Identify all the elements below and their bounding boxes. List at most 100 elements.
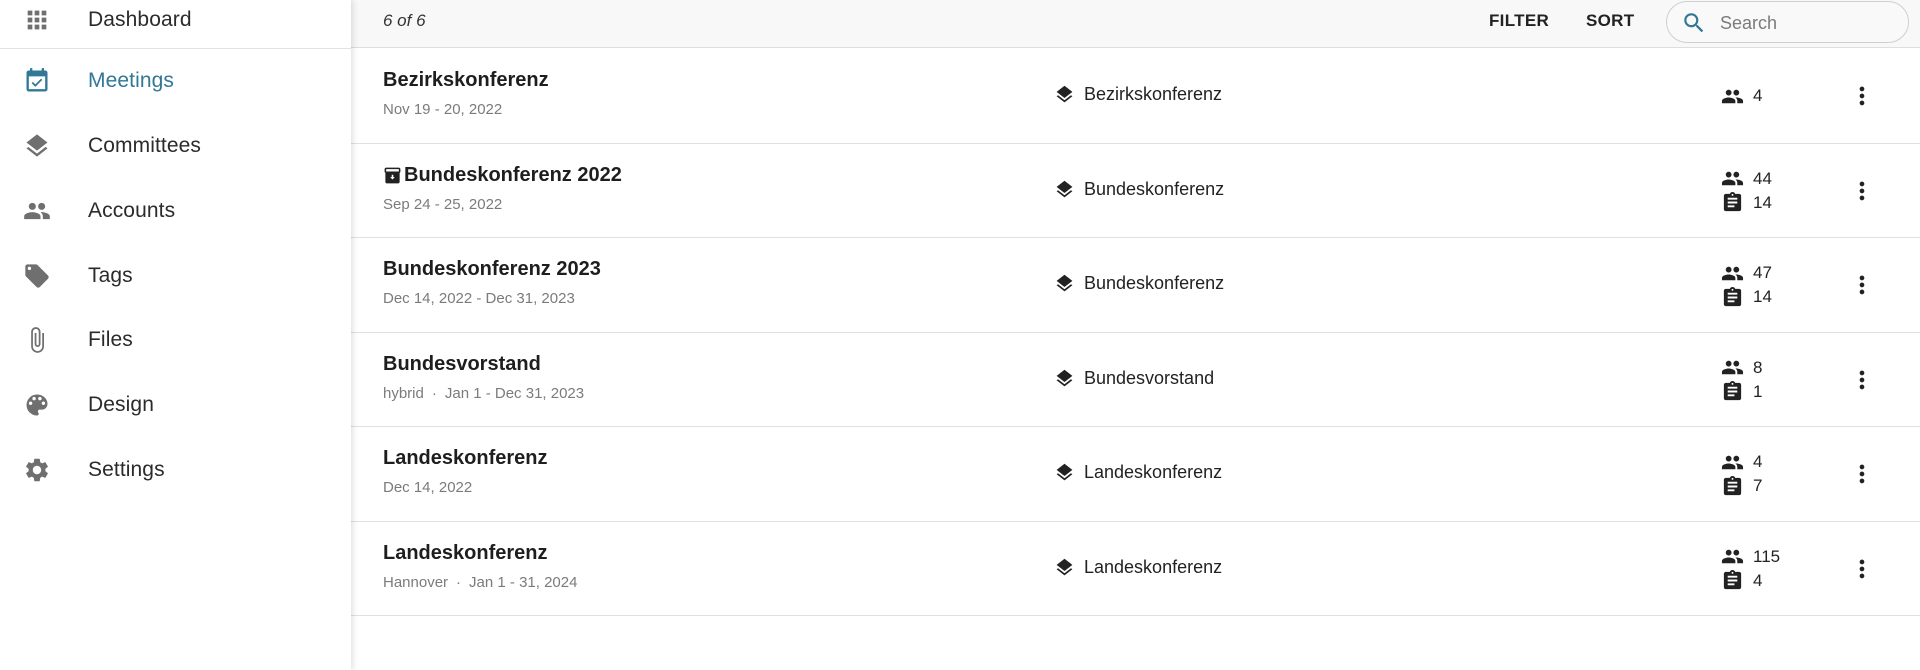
separator-dot: · bbox=[431, 384, 437, 402]
meeting-committee[interactable]: Landeskonferenz bbox=[1054, 462, 1222, 483]
meeting-row[interactable]: Bundesvorstand hybrid · Jan 1 - Dec 31, 20… bbox=[351, 333, 1920, 427]
result-count: 6 of 6 bbox=[383, 11, 426, 30]
separator-dot: · bbox=[456, 573, 462, 591]
motions-number: 14 bbox=[1753, 192, 1772, 212]
meeting-row[interactable]: Bezirkskonferenz Nov 19 - 20, 2022 Bezir… bbox=[351, 49, 1920, 144]
motions-count: 14 bbox=[1721, 191, 1772, 215]
meeting-list: Bezirkskonferenz Nov 19 - 20, 2022 Bezir… bbox=[351, 49, 1920, 616]
meeting-title-wrap: Landeskonferenz bbox=[383, 542, 547, 565]
sidebar-divider bbox=[0, 48, 351, 49]
sidebar-item-design[interactable]: Design bbox=[0, 377, 351, 433]
layers-icon bbox=[1054, 557, 1075, 578]
sidebar-item-label: Design bbox=[88, 393, 154, 416]
meeting-dates: Jan 1 - Dec 31, 2023 bbox=[444, 384, 585, 402]
meeting-stats: 44 14 bbox=[1721, 167, 1772, 215]
committee-name: Landeskonferenz bbox=[1084, 556, 1223, 577]
meeting-dates: Nov 19 - 20, 2022 bbox=[383, 101, 503, 118]
sort-button[interactable]: SORT bbox=[1586, 11, 1634, 31]
archive-icon bbox=[383, 166, 402, 185]
motions-number: 4 bbox=[1753, 570, 1763, 590]
sidebar-item-meetings[interactable]: Meetings bbox=[0, 53, 351, 109]
layers-icon bbox=[23, 132, 51, 160]
meeting-row[interactable]: Bundeskonferenz 2022 Sep 24 - 25, 2022 B… bbox=[351, 144, 1920, 238]
people-icon bbox=[1721, 451, 1744, 474]
tag-icon bbox=[23, 262, 51, 290]
sidebar-item-accounts[interactable]: Accounts bbox=[0, 183, 351, 239]
meeting-row[interactable]: Landeskonferenz Dec 14, 2022 Landeskonfe… bbox=[351, 427, 1920, 522]
motions-count: 14 bbox=[1721, 285, 1772, 309]
meeting-committee[interactable]: Bundesvorstand bbox=[1054, 368, 1214, 389]
meeting-title[interactable]: Bundeskonferenz 2022 bbox=[404, 164, 622, 187]
more-vert-icon bbox=[1859, 370, 1865, 389]
sidebar-item-label: Tags bbox=[88, 264, 133, 287]
more-vert-icon bbox=[1859, 464, 1865, 484]
search-input[interactable] bbox=[1720, 10, 1890, 36]
more-options-button[interactable] bbox=[1848, 457, 1876, 491]
meeting-committee[interactable]: Landeskonferenz bbox=[1054, 557, 1222, 578]
meeting-title-wrap: Bezirkskonferenz bbox=[383, 69, 549, 92]
more-options-button[interactable] bbox=[1848, 363, 1876, 397]
sidebar-item-label: Settings bbox=[88, 458, 165, 481]
more-options-button[interactable] bbox=[1848, 552, 1876, 586]
paperclip-icon bbox=[23, 326, 51, 354]
meeting-dates: Jan 1 - 31, 2024 bbox=[469, 573, 578, 591]
committee-name: Landeskonferenz bbox=[1084, 462, 1223, 482]
meeting-committee[interactable]: Bundeskonferenz bbox=[1054, 179, 1224, 200]
sidebar: Dashboard Meetings Committees Accounts T… bbox=[0, 0, 351, 670]
more-options-button[interactable] bbox=[1848, 174, 1876, 208]
more-vert-icon bbox=[1859, 181, 1865, 200]
sidebar-item-settings[interactable]: Settings bbox=[0, 442, 351, 498]
motions-number: 14 bbox=[1753, 287, 1772, 306]
sidebar-item-files[interactable]: Files bbox=[0, 312, 351, 368]
meeting-title[interactable]: Landeskonferenz bbox=[383, 542, 547, 565]
more-options-button[interactable] bbox=[1848, 79, 1876, 113]
meeting-committee[interactable]: Bezirkskonferenz bbox=[1054, 84, 1222, 105]
people-icon bbox=[1721, 356, 1744, 379]
meeting-stats: 8 1 bbox=[1721, 356, 1762, 404]
clipboard-icon bbox=[1721, 380, 1744, 403]
meeting-dates: Dec 14, 2022 - Dec 31, 2023 bbox=[383, 290, 575, 307]
sidebar-item-tags[interactable]: Tags bbox=[0, 248, 351, 304]
meeting-subtitle: Sep 24 - 25, 2022 bbox=[383, 196, 502, 213]
layers-icon bbox=[1054, 273, 1075, 294]
people-icon bbox=[1721, 85, 1744, 108]
people-icon bbox=[1721, 167, 1744, 190]
committee-name: Bundeskonferenz bbox=[1084, 178, 1225, 199]
layers-icon bbox=[1054, 368, 1075, 389]
clipboard-icon bbox=[1721, 286, 1744, 309]
app: Dashboard Meetings Committees Accounts T… bbox=[0, 0, 1920, 670]
sidebar-item-committees[interactable]: Committees bbox=[0, 118, 351, 174]
participants-number: 8 bbox=[1753, 357, 1763, 377]
search-box[interactable] bbox=[1666, 1, 1909, 43]
participants-count: 8 bbox=[1721, 356, 1762, 380]
participants-number: 4 bbox=[1753, 86, 1763, 105]
calendar-check-icon bbox=[23, 67, 51, 95]
meeting-committee[interactable]: Bundeskonferenz bbox=[1054, 273, 1224, 294]
meeting-row[interactable]: Bundeskonferenz 2023 Dec 14, 2022 - Dec … bbox=[351, 238, 1920, 333]
filter-button[interactable]: FILTER bbox=[1489, 11, 1549, 31]
sidebar-item-label: Accounts bbox=[88, 199, 176, 222]
meeting-title[interactable]: Bundesvorstand bbox=[383, 353, 541, 376]
participants-number: 47 bbox=[1753, 263, 1772, 282]
participants-count: 115 bbox=[1721, 545, 1780, 569]
sidebar-item-label: Dashboard bbox=[88, 8, 192, 31]
layers-icon bbox=[1054, 84, 1075, 105]
sidebar-item-dashboard[interactable]: Dashboard bbox=[0, 0, 351, 48]
clipboard-icon bbox=[1721, 569, 1744, 592]
meeting-subtitle: Nov 19 - 20, 2022 bbox=[383, 101, 502, 118]
meeting-title-wrap: Bundesvorstand bbox=[383, 353, 541, 376]
palette-icon bbox=[23, 391, 51, 419]
meeting-stats: 115 4 bbox=[1721, 545, 1780, 593]
motions-count: 4 bbox=[1721, 569, 1780, 593]
sidebar-item-label: Committees bbox=[88, 134, 202, 157]
motions-number: 7 bbox=[1753, 476, 1763, 495]
meeting-title[interactable]: Landeskonferenz bbox=[383, 447, 547, 470]
meeting-location: hybrid bbox=[383, 384, 424, 402]
meeting-stats: 4 bbox=[1721, 84, 1762, 108]
meeting-row[interactable]: Landeskonferenz Hannover · Jan 1 - 31, 202… bbox=[351, 522, 1920, 616]
meeting-title[interactable]: Bezirkskonferenz bbox=[383, 69, 549, 92]
people-icon bbox=[1721, 262, 1744, 285]
more-options-button[interactable] bbox=[1848, 268, 1876, 302]
motions-number: 1 bbox=[1753, 381, 1763, 401]
meeting-title[interactable]: Bundeskonferenz 2023 bbox=[383, 258, 601, 281]
